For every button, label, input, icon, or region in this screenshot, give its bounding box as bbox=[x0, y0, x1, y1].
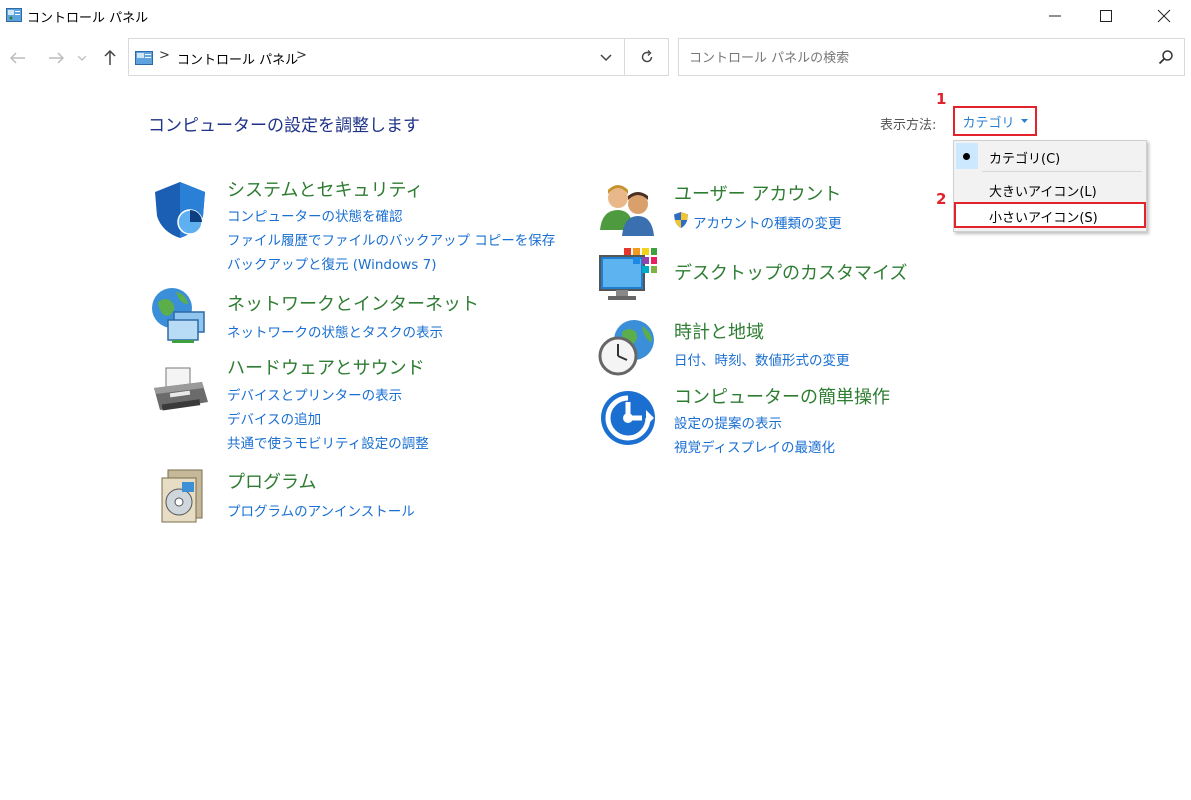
category-title-hardware-sound[interactable]: ハードウェアとサウンド bbox=[227, 354, 425, 380]
up-button[interactable] bbox=[98, 46, 122, 70]
chevron-down-icon bbox=[78, 55, 86, 61]
search-icon[interactable] bbox=[1158, 49, 1174, 65]
refresh-icon bbox=[641, 50, 652, 63]
clock-globe-icon[interactable] bbox=[598, 318, 658, 378]
address-bar[interactable]: > コントロール パネル > bbox=[128, 38, 625, 76]
menu-item-category[interactable]: カテゴリ(C) bbox=[954, 143, 1146, 169]
view-by-value: カテゴリ bbox=[962, 115, 1015, 131]
back-button[interactable] bbox=[6, 46, 30, 70]
breadcrumb-control-panel[interactable]: コントロール パネル bbox=[177, 49, 298, 68]
users-icon[interactable] bbox=[598, 180, 658, 240]
menu-item-label: 小さいアイコン(S) bbox=[989, 211, 1098, 226]
minimize-icon bbox=[1049, 15, 1061, 17]
maximize-button[interactable] bbox=[1083, 0, 1129, 32]
category-title-programs[interactable]: プログラム bbox=[227, 468, 316, 494]
close-icon bbox=[1157, 9, 1171, 23]
maximize-icon bbox=[1100, 10, 1112, 22]
recent-locations-button[interactable] bbox=[74, 46, 90, 70]
control-panel-icon bbox=[135, 51, 153, 65]
category-title-ease-of-access[interactable]: コンピューターの簡単操作 bbox=[674, 383, 890, 409]
search-input[interactable] bbox=[687, 48, 1131, 68]
link-devices-printers[interactable]: デバイスとプリンターの表示 bbox=[227, 384, 402, 404]
link-add-device[interactable]: デバイスの追加 bbox=[227, 408, 321, 428]
menu-item-small-icons[interactable]: 小さいアイコン(S) bbox=[954, 202, 1146, 228]
page-title: コンピューターの設定を調整します bbox=[148, 116, 420, 136]
search-box[interactable] bbox=[678, 38, 1185, 76]
category-title-appearance[interactable]: デスクトップのカスタマイズ bbox=[674, 259, 907, 285]
menu-item-label: カテゴリ(C) bbox=[989, 152, 1061, 167]
arrow-up-icon bbox=[104, 50, 116, 65]
printer-icon[interactable] bbox=[150, 362, 210, 422]
menu-separator bbox=[982, 171, 1142, 172]
link-network-status[interactable]: ネットワークの状態とタスクの表示 bbox=[227, 321, 443, 341]
close-button[interactable] bbox=[1141, 0, 1187, 32]
step-marker-1: 1 bbox=[936, 90, 947, 108]
link-file-history[interactable]: ファイル履歴でファイルのバックアップ コピーを保存 bbox=[227, 229, 555, 249]
minimize-button[interactable] bbox=[1032, 0, 1078, 32]
window-title: コントロール パネル bbox=[27, 11, 149, 26]
arrow-left-icon bbox=[10, 52, 25, 64]
refresh-button[interactable] bbox=[625, 38, 669, 76]
menu-item-label: 大きいアイコン(L) bbox=[989, 185, 1097, 200]
category-title-system-security[interactable]: システムとセキュリティ bbox=[227, 176, 423, 202]
view-by-label: 表示方法: bbox=[880, 118, 937, 133]
link-backup-restore[interactable]: バックアップと復元 (Windows 7) bbox=[227, 253, 436, 273]
breadcrumb-separator[interactable]: > bbox=[296, 48, 307, 63]
link-suggest-settings[interactable]: 設定の提案の表示 bbox=[674, 412, 782, 432]
category-title-network-internet[interactable]: ネットワークとインターネット bbox=[227, 290, 479, 316]
monitor-icon[interactable] bbox=[598, 246, 658, 306]
forward-button[interactable] bbox=[44, 46, 68, 70]
shield-icon[interactable] bbox=[150, 180, 210, 240]
link-optimize-display[interactable]: 視覚ディスプレイの最適化 bbox=[674, 436, 835, 456]
category-title-clock-region[interactable]: 時計と地域 bbox=[674, 318, 764, 344]
ease-of-access-icon[interactable] bbox=[598, 388, 658, 448]
breadcrumb-separator[interactable]: > bbox=[159, 48, 170, 63]
category-title-user-accounts[interactable]: ユーザー アカウント bbox=[674, 180, 841, 206]
menu-item-large-icons[interactable]: 大きいアイコン(L) bbox=[954, 176, 1146, 202]
network-globe-icon[interactable] bbox=[150, 286, 210, 346]
chevron-down-icon[interactable] bbox=[600, 54, 612, 62]
link-uninstall-program[interactable]: プログラムのアンインストール bbox=[227, 500, 415, 520]
control-panel-icon bbox=[6, 8, 22, 22]
view-by-menu: カテゴリ(C) 大きいアイコン(L) 小さいアイコン(S) bbox=[953, 140, 1147, 232]
step-marker-2: 2 bbox=[936, 190, 947, 208]
link-mobility-settings[interactable]: 共通で使うモビリティ設定の調整 bbox=[227, 432, 429, 452]
caret-down-icon bbox=[1020, 119, 1028, 123]
view-by-dropdown[interactable]: カテゴリ bbox=[953, 106, 1037, 136]
link-change-account-type[interactable]: アカウントの種類の変更 bbox=[693, 212, 842, 232]
title-bar: コントロール パネル bbox=[0, 0, 1191, 32]
link-date-time-format[interactable]: 日付、時刻、数値形式の変更 bbox=[674, 349, 850, 369]
arrow-right-icon bbox=[49, 52, 64, 64]
uac-shield-icon bbox=[674, 212, 688, 228]
programs-icon[interactable] bbox=[152, 466, 212, 526]
link-check-status[interactable]: コンピューターの状態を確認 bbox=[227, 205, 403, 225]
radio-bullet-icon bbox=[963, 153, 970, 160]
